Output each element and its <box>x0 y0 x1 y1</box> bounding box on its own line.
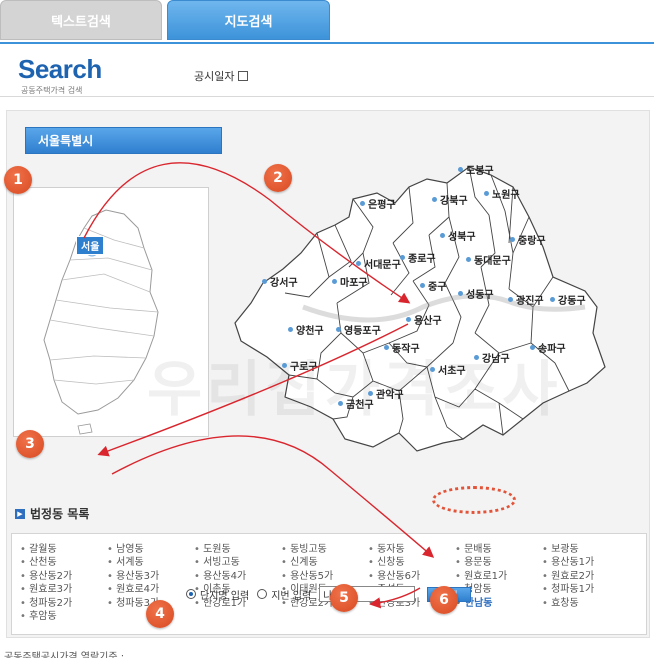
announce-date-checkbox[interactable] <box>238 71 249 81</box>
list-arrow-icon: ▶ <box>15 508 25 519</box>
dong-list: 갈월동남영동도원동동빙고동동자동문배동보광동산천동서계동서빙고동신계동신창동용문… <box>11 533 647 635</box>
dong-grid: 갈월동남영동도원동동빙고동동자동문배동보광동산천동서계동서빙고동신계동신창동용문… <box>20 540 629 620</box>
map-search-area: 서울특별시 서울 우리집가격조사 ▶ 법정동 목록 갈월동남영동도원동동빙고동동… <box>6 110 650 638</box>
dong-item[interactable]: 효창동 <box>542 594 629 607</box>
dong-item[interactable]: 문배동 <box>455 540 542 553</box>
dong-item[interactable]: 갈월동 <box>20 540 107 553</box>
dong-item[interactable]: 용산동6가 <box>368 567 455 580</box>
watermark: 우리집가격조사 <box>147 355 562 425</box>
announce-date-option[interactable]: 공시일자 <box>194 68 249 84</box>
dong-item[interactable]: 원효로3가 <box>20 580 107 593</box>
step-badge-4: 4 <box>146 600 174 628</box>
radio-lot-number-label: 지번 입력 <box>271 590 312 602</box>
dong-item[interactable]: 용산동5가 <box>281 567 368 580</box>
dong-item[interactable]: 원효로2가 <box>542 567 629 580</box>
dong-item[interactable]: 신창동 <box>368 553 455 566</box>
tab-map-search[interactable]: 지도검색 <box>167 0 330 40</box>
seoul-marker-label[interactable]: 서울 <box>76 236 105 255</box>
dong-item[interactable]: 청파동2가 <box>20 594 107 607</box>
dong-item[interactable]: 동빙고동 <box>281 540 368 553</box>
dong-item[interactable]: 남영동 <box>107 540 194 553</box>
step-badge-6: 6 <box>430 586 458 614</box>
dong-list-header: ▶ 법정동 목록 <box>15 505 89 522</box>
radio-complex-name-label: 단지명 입력 <box>200 590 250 602</box>
step-badge-2: 2 <box>264 164 292 192</box>
header-divider <box>0 96 654 97</box>
dong-item[interactable]: 청파동1가 <box>542 580 629 593</box>
dong-item[interactable]: 동자동 <box>368 540 455 553</box>
dong-item[interactable]: 도원동 <box>194 540 281 553</box>
dong-item[interactable]: 용산동4가 <box>194 567 281 580</box>
dong-item[interactable]: 용산동1가 <box>542 553 629 566</box>
dong-item[interactable]: 보광동 <box>542 540 629 553</box>
dong-list-title: 법정동 목록 <box>30 507 90 521</box>
search-form: 단지명 입력 지번 입력 검색 <box>186 586 472 602</box>
city-selector[interactable]: 서울특별시 <box>25 127 222 154</box>
highlight-oval <box>432 486 516 514</box>
search-panel: Search 공동주택가격 검색 공시일자 서울특별시 서울 우리집가격조사 ▶… <box>0 42 654 638</box>
tab-text-search[interactable]: 텍스트검색 <box>0 0 162 40</box>
dong-item[interactable]: 산천동 <box>20 553 107 566</box>
dong-item[interactable]: 용문동 <box>455 553 542 566</box>
step-badge-5: 5 <box>330 584 358 612</box>
radio-lot-number[interactable] <box>257 589 268 599</box>
search-logo: Search <box>18 54 102 84</box>
radio-complex-name[interactable] <box>186 589 196 599</box>
dong-item[interactable]: 용산동3가 <box>107 567 194 580</box>
logo-subtitle: 공동주택가격 검색 <box>21 86 83 95</box>
dong-item[interactable]: 서계동 <box>107 553 194 566</box>
dong-item[interactable]: 서빙고동 <box>194 553 281 566</box>
step-badge-3: 3 <box>16 430 44 458</box>
dong-item[interactable]: 신계동 <box>281 553 368 566</box>
dong-item[interactable]: 원효로1가 <box>455 567 542 580</box>
bottom-info-text: 공동주택공시가격 열람기준 : <box>4 652 125 658</box>
dong-item[interactable]: 원효로4가 <box>107 580 194 593</box>
step-badge-1: 1 <box>4 166 32 194</box>
tab-bar: 텍스트검색 지도검색 <box>0 0 654 42</box>
dong-item[interactable]: 용산동2가 <box>20 567 107 580</box>
announce-date-label: 공시일자 <box>194 70 235 83</box>
dong-item[interactable]: 후암동 <box>20 607 107 620</box>
